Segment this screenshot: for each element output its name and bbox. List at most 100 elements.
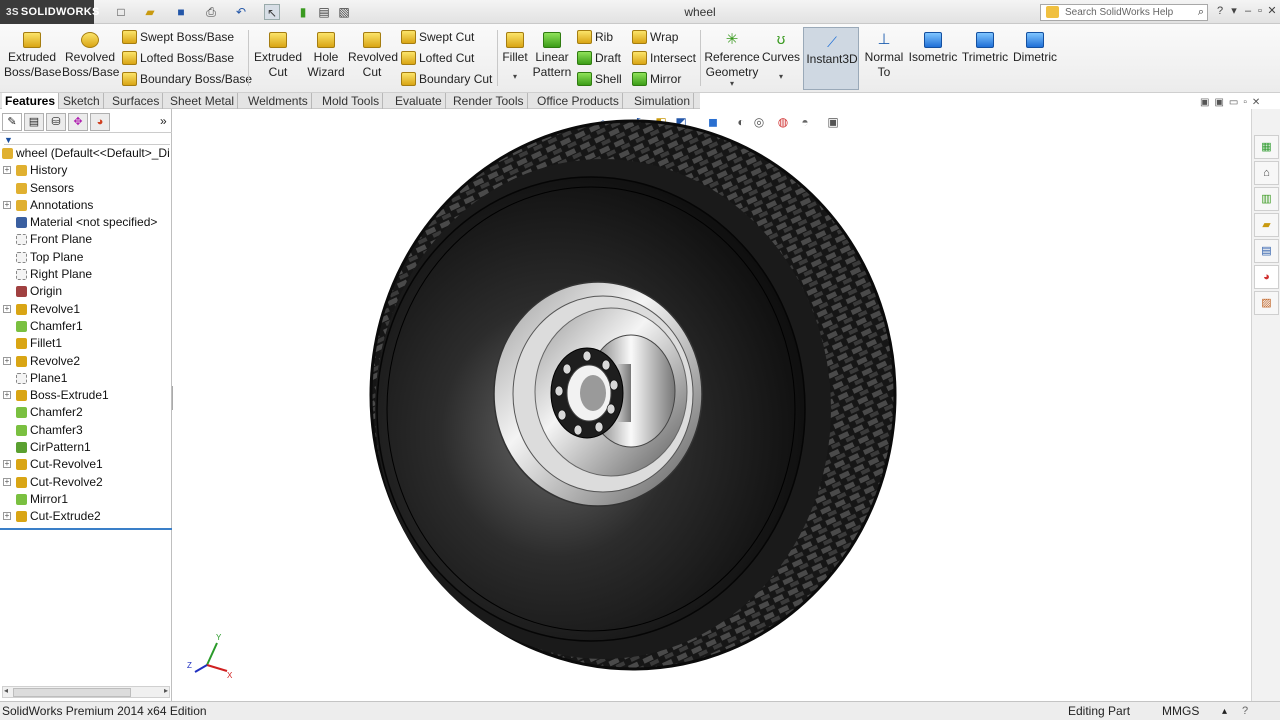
expand-icon[interactable]: + — [3, 391, 11, 400]
tree-item-chamfer1[interactable]: Chamfer1 — [0, 318, 172, 335]
options-icon[interactable]: ▧ — [336, 4, 352, 20]
scroll-left-icon[interactable]: ◂ — [4, 686, 8, 695]
units-selector[interactable]: MMGS — [1162, 702, 1199, 721]
search-input[interactable]: Search SolidWorks Help ⌕ — [1040, 4, 1208, 21]
lofted-cut-button[interactable]: Lofted Cut — [401, 48, 474, 68]
design-library-icon[interactable]: ▥ — [1254, 187, 1279, 211]
expand-icon[interactable]: + — [3, 166, 11, 175]
normal-to-button[interactable]: ⊥ Normal To — [862, 28, 906, 80]
tab-sheet-metal[interactable]: Sheet Metal — [167, 93, 239, 109]
search-icon[interactable]: ⌕ — [1198, 5, 1204, 20]
fillet-dropdown-icon[interactable]: ▾ — [500, 73, 530, 81]
draft-button[interactable]: Draft — [577, 48, 621, 68]
expand-icon[interactable]: + — [3, 460, 11, 469]
tab-render-tools[interactable]: Render Tools — [450, 93, 528, 109]
tree-item-plane1[interactable]: Plane1 — [0, 370, 172, 387]
custom-properties-icon[interactable]: ▨ — [1254, 291, 1279, 315]
help-status-icon[interactable]: ? — [1242, 702, 1248, 721]
tree-item-chamfer2[interactable]: Chamfer2 — [0, 404, 172, 421]
document-window-controls[interactable]: ▣▣▭▫✕ — [1200, 97, 1265, 108]
tree-item-chamfer3[interactable]: Chamfer3 — [0, 422, 172, 439]
file-properties-icon[interactable]: ▤ — [316, 4, 332, 20]
configuration-manager-tab-icon[interactable]: ⛁ — [46, 113, 66, 131]
dimxpert-tab-icon[interactable]: ✥ — [68, 113, 88, 131]
tree-item-revolve2[interactable]: + Revolve2 — [0, 353, 172, 370]
rebuild-icon[interactable]: ▮ — [295, 4, 311, 20]
scroll-right-icon[interactable]: ▸ — [164, 686, 168, 695]
expand-icon[interactable]: + — [3, 200, 11, 209]
tab-features[interactable]: Features — [2, 93, 60, 109]
fillet-button[interactable]: Fillet ▾ — [500, 28, 530, 81]
tree-item-material-not-specified[interactable]: Material <not specified> — [0, 214, 172, 231]
help-dropdown-icon[interactable]: ▾ — [1227, 4, 1241, 18]
units-dropdown-icon[interactable]: ▴ — [1222, 702, 1227, 721]
tree-item-revolve1[interactable]: + Revolve1 — [0, 301, 172, 318]
undo-icon[interactable]: ↶ — [233, 4, 249, 20]
tree-item-top-plane[interactable]: Top Plane — [0, 249, 172, 266]
close-icon[interactable]: ✕ — [1265, 4, 1279, 18]
solidworks-resources-icon[interactable]: ▦ — [1254, 135, 1279, 159]
view-palette-icon[interactable]: ▤ — [1254, 239, 1279, 263]
tab-office-products[interactable]: Office Products — [534, 93, 623, 109]
reference-geometry-button[interactable]: ✳ Reference Geometry ▾ — [704, 28, 760, 88]
tree-root-part[interactable]: wheel (Default<<Default>_Di — [0, 145, 172, 162]
boundary-cut-button[interactable]: Boundary Cut — [401, 69, 492, 89]
wrap-button[interactable]: Wrap — [632, 27, 678, 47]
revolved-cut-button[interactable]: Revolved Cut — [348, 28, 398, 80]
scroll-thumb[interactable] — [13, 688, 131, 697]
boundary-boss-button[interactable]: Boundary Boss/Base — [122, 69, 252, 89]
shell-button[interactable]: Shell — [577, 69, 622, 89]
tree-item-right-plane[interactable]: Right Plane — [0, 266, 172, 283]
open-icon[interactable]: ▰ — [142, 4, 158, 20]
tab-simulation[interactable]: Simulation — [631, 93, 695, 109]
display-manager-tab-icon[interactable]: ◕ — [90, 113, 110, 131]
hole-wizard-button[interactable]: Hole Wizard — [304, 28, 348, 80]
tree-item-origin[interactable]: Origin — [0, 283, 172, 300]
tab-evaluate[interactable]: Evaluate — [392, 93, 446, 109]
tab-mold-tools[interactable]: Mold Tools — [319, 93, 384, 109]
lofted-boss-button[interactable]: Lofted Boss/Base — [122, 48, 234, 68]
expand-icon[interactable]: + — [3, 512, 11, 521]
expand-icon[interactable]: + — [3, 304, 11, 313]
tree-item-front-plane[interactable]: Front Plane — [0, 231, 172, 248]
save-icon[interactable]: ■ — [173, 4, 189, 20]
filter-icon[interactable]: ▼ — [4, 135, 170, 145]
expand-panel-icon[interactable]: » — [160, 114, 167, 128]
tree-item-annotations[interactable]: + Annotations — [0, 197, 172, 214]
instant3d-button[interactable]: ⟋ Instant3D — [803, 27, 859, 90]
dimetric-button[interactable]: Dimetric — [1012, 28, 1058, 65]
intersect-button[interactable]: Intersect — [632, 48, 696, 68]
tree-item-cut-revolve2[interactable]: + Cut-Revolve2 — [0, 474, 172, 491]
tree-item-cirpattern1[interactable]: CirPattern1 — [0, 439, 172, 456]
feature-manager-tab-icon[interactable]: ✎ — [2, 113, 22, 131]
wheel-model[interactable] — [173, 109, 1251, 701]
home-icon[interactable]: ⌂ — [1254, 161, 1279, 185]
isometric-button[interactable]: Isometric — [908, 28, 958, 65]
tree-item-fillet1[interactable]: Fillet1 — [0, 335, 172, 352]
trimetric-button[interactable]: Trimetric — [960, 28, 1010, 65]
solidworks-logo[interactable]: 3S SOLIDWORKS — [0, 0, 99, 24]
linear-pattern-button[interactable]: Linear Pattern — [532, 28, 572, 80]
swept-boss-button[interactable]: Swept Boss/Base — [122, 27, 234, 47]
extruded-cut-button[interactable]: Extruded Cut — [252, 28, 304, 80]
extruded-boss-button[interactable]: Extruded Boss/Base — [4, 28, 61, 80]
horizontal-scrollbar[interactable]: ◂ ▸ — [2, 686, 170, 698]
curves-dropdown-icon[interactable]: ▾ — [762, 73, 800, 81]
tree-item-sensors[interactable]: Sensors — [0, 180, 172, 197]
revolved-boss-button[interactable]: Revolved Boss/Base — [62, 28, 119, 80]
tree-item-boss-extrude1[interactable]: + Boss-Extrude1 — [0, 387, 172, 404]
select-icon[interactable]: ↖ — [264, 4, 280, 20]
help-icon[interactable]: ? — [1213, 4, 1227, 18]
expand-icon[interactable]: + — [3, 356, 11, 365]
rib-button[interactable]: Rib — [577, 27, 613, 47]
tab-weldments[interactable]: Weldments — [245, 93, 312, 109]
mirror-button[interactable]: Mirror — [632, 69, 681, 89]
rollback-bar[interactable] — [0, 528, 172, 530]
print-icon[interactable]: ⎙ — [203, 4, 219, 20]
expand-icon[interactable]: + — [3, 477, 11, 486]
tab-sketch[interactable]: Sketch — [60, 93, 104, 109]
appearances-icon[interactable]: ◕ — [1254, 265, 1279, 289]
tree-item-cut-revolve1[interactable]: + Cut-Revolve1 — [0, 456, 172, 473]
curves-button[interactable]: ʊ Curves ▾ — [762, 28, 800, 81]
tree-item-mirror1[interactable]: Mirror1 — [0, 491, 172, 508]
